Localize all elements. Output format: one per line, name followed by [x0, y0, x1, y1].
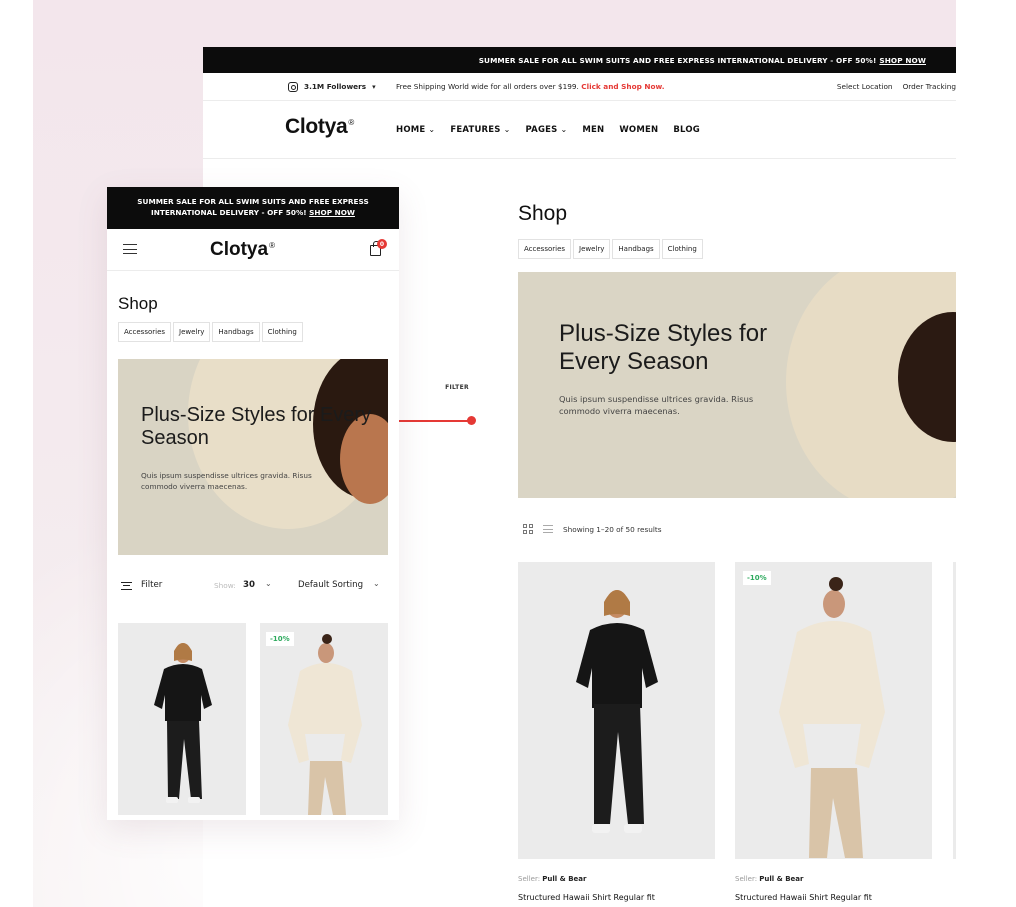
- logo-text: Clotya: [210, 239, 269, 260]
- mobile-category-tabs: Accessories Jewelry Handbags Clothing: [118, 322, 305, 342]
- list-view-icon[interactable]: [543, 525, 553, 533]
- page-title: Shop: [518, 202, 568, 225]
- chevron-down-icon: ⌄: [503, 125, 511, 134]
- shipping-text: Free Shipping World wide for all orders …: [396, 82, 579, 91]
- logo-text: Clotya: [285, 115, 348, 138]
- info-bar: 3.1M Followers ▾ Free Shipping World wid…: [203, 73, 956, 101]
- nav-label: FEATURES: [450, 125, 501, 135]
- nav-item-pages[interactable]: PAGES ⌄: [526, 125, 568, 135]
- show-label: Show:: [214, 581, 236, 590]
- category-jewelry[interactable]: Jewelry: [173, 322, 211, 342]
- seller-label: Seller:: [735, 875, 758, 883]
- nav-label: HOME: [396, 125, 426, 135]
- nav-menu: HOME ⌄ FEATURES ⌄ PAGES ⌄ MEN WOMEN BLOG: [396, 125, 715, 135]
- mobile-filter-bar: Filter Show: 30 ⌄ Default Sorting ⌄: [118, 579, 388, 595]
- discount-badge: -10%: [743, 571, 771, 585]
- category-accessories[interactable]: Accessories: [118, 322, 172, 342]
- mobile-announcement-bar: SUMMER SALE FOR ALL SWIM SUITS AND FREE …: [107, 187, 399, 229]
- mobile-hero-description: Quis ipsum suspendisse ultrices gravida.…: [141, 471, 312, 491]
- seller-name[interactable]: Pull & Bear: [542, 875, 586, 883]
- chevron-down-icon: ⌄: [428, 125, 436, 134]
- main-navigation: Clotya® HOME ⌄ FEATURES ⌄ PAGES ⌄ MEN WOMEN…: [203, 101, 956, 159]
- select-location-link[interactable]: Select Location: [837, 82, 893, 91]
- nav-label: PAGES: [525, 125, 558, 135]
- seller-label: Seller:: [518, 875, 541, 883]
- product-model-cream: [779, 577, 885, 858]
- mobile-preview: SUMMER SALE FOR ALL SWIM SUITS AND FREE …: [107, 187, 399, 820]
- nav-item-features[interactable]: FEATURES ⌄: [450, 125, 510, 135]
- product-image[interactable]: [518, 562, 715, 859]
- mobile-hero-title: Plus-Size Styles for Every Season: [141, 404, 372, 450]
- mobile-product-image[interactable]: -10%: [260, 623, 388, 815]
- shipping-link[interactable]: Click and Shop Now.: [581, 82, 664, 91]
- category-handbags[interactable]: Handbags: [612, 239, 660, 259]
- chevron-down-icon: ⌄: [265, 579, 272, 588]
- product-model-cream: [288, 634, 362, 815]
- show-count-select[interactable]: 30: [243, 580, 255, 590]
- product-seller: Seller: Pull & Bear: [735, 875, 803, 883]
- product-title[interactable]: Structured Hawaii Shirt Regular fit: [735, 893, 872, 902]
- chevron-down-icon: ⌄: [560, 125, 568, 134]
- shop-now-link[interactable]: SHOP NOW: [879, 56, 926, 65]
- seller-name[interactable]: Pull & Bear: [759, 875, 803, 883]
- hero-title: Plus-Size Styles for Every Season: [559, 320, 768, 376]
- site-logo[interactable]: Clotya®: [285, 115, 354, 139]
- hero-description: Quis ipsum suspendisse ultrices gravida.…: [559, 394, 754, 417]
- shipping-notice: Free Shipping World wide for all orders …: [396, 82, 665, 91]
- results-count: Showing 1–20 of 50 results: [563, 524, 662, 534]
- mobile-product-image[interactable]: [118, 623, 246, 815]
- mobile-page-title: Shop: [118, 294, 158, 313]
- info-bar-links: Select Location Order Tracking: [837, 82, 956, 91]
- hero-banner[interactable]: Plus-Size Styles for Every Season Quis i…: [518, 272, 956, 498]
- category-jewelry[interactable]: Jewelry: [573, 239, 611, 259]
- nav-item-women[interactable]: WOMEN: [619, 125, 658, 135]
- announcement-bar: SUMMER SALE FOR ALL SWIM SUITS AND FREE …: [203, 47, 956, 73]
- product-image-partial[interactable]: [953, 562, 956, 859]
- grid-view-icon[interactable]: [523, 524, 533, 534]
- instagram-icon: [288, 81, 298, 92]
- chevron-down-icon: ⌄: [373, 579, 380, 588]
- category-clothing[interactable]: Clothing: [661, 239, 703, 259]
- category-clothing[interactable]: Clothing: [261, 322, 303, 342]
- category-accessories[interactable]: Accessories: [518, 239, 572, 259]
- category-tabs: Accessories Jewelry Handbags Clothing: [518, 239, 705, 259]
- nav-item-men[interactable]: MEN: [582, 125, 604, 135]
- nav-item-blog[interactable]: BLOG: [673, 125, 700, 135]
- discount-badge: -10%: [266, 632, 294, 646]
- caret-down-icon: ▾: [372, 82, 376, 91]
- followers-count: 3.1M Followers: [304, 82, 367, 91]
- filter-label-tag: FILTER: [437, 377, 477, 398]
- cart-count-badge: 0: [377, 239, 387, 249]
- connector-line: [399, 420, 472, 422]
- mobile-hero-banner[interactable]: Plus-Size Styles for Every Season Quis i…: [118, 359, 388, 555]
- product-model-black: [154, 643, 212, 803]
- product-title[interactable]: Structured Hawaii Shirt Regular fit: [518, 893, 655, 902]
- mobile-shop-now-link[interactable]: SHOP NOW: [309, 208, 355, 217]
- hamburger-menu-icon[interactable]: [123, 244, 137, 254]
- filter-button[interactable]: Filter: [141, 580, 162, 590]
- followers-dropdown[interactable]: 3.1M Followers ▾: [288, 81, 376, 92]
- mobile-announcement: SUMMER SALE FOR ALL SWIM SUITS AND FREE …: [127, 197, 379, 218]
- product-image[interactable]: -10%: [735, 562, 932, 859]
- mobile-site-logo[interactable]: Clotya®: [210, 239, 275, 261]
- results-toolbar: Showing 1–20 of 50 results: [523, 524, 662, 534]
- registered-mark: ®: [269, 240, 275, 250]
- connector-dot: [467, 416, 476, 425]
- sort-select[interactable]: Default Sorting: [298, 580, 363, 590]
- announcement-text: SUMMER SALE FOR ALL SWIM SUITS AND FREE …: [478, 55, 877, 65]
- product-model-black: [576, 590, 658, 833]
- nav-item-home[interactable]: HOME ⌄: [396, 125, 435, 135]
- filter-icon[interactable]: [121, 582, 132, 590]
- product-seller: Seller: Pull & Bear: [518, 875, 586, 883]
- mobile-header: Clotya® 0: [107, 229, 399, 271]
- order-tracking-link[interactable]: Order Tracking: [903, 82, 956, 91]
- registered-mark: ®: [348, 118, 354, 127]
- category-handbags[interactable]: Handbags: [212, 322, 260, 342]
